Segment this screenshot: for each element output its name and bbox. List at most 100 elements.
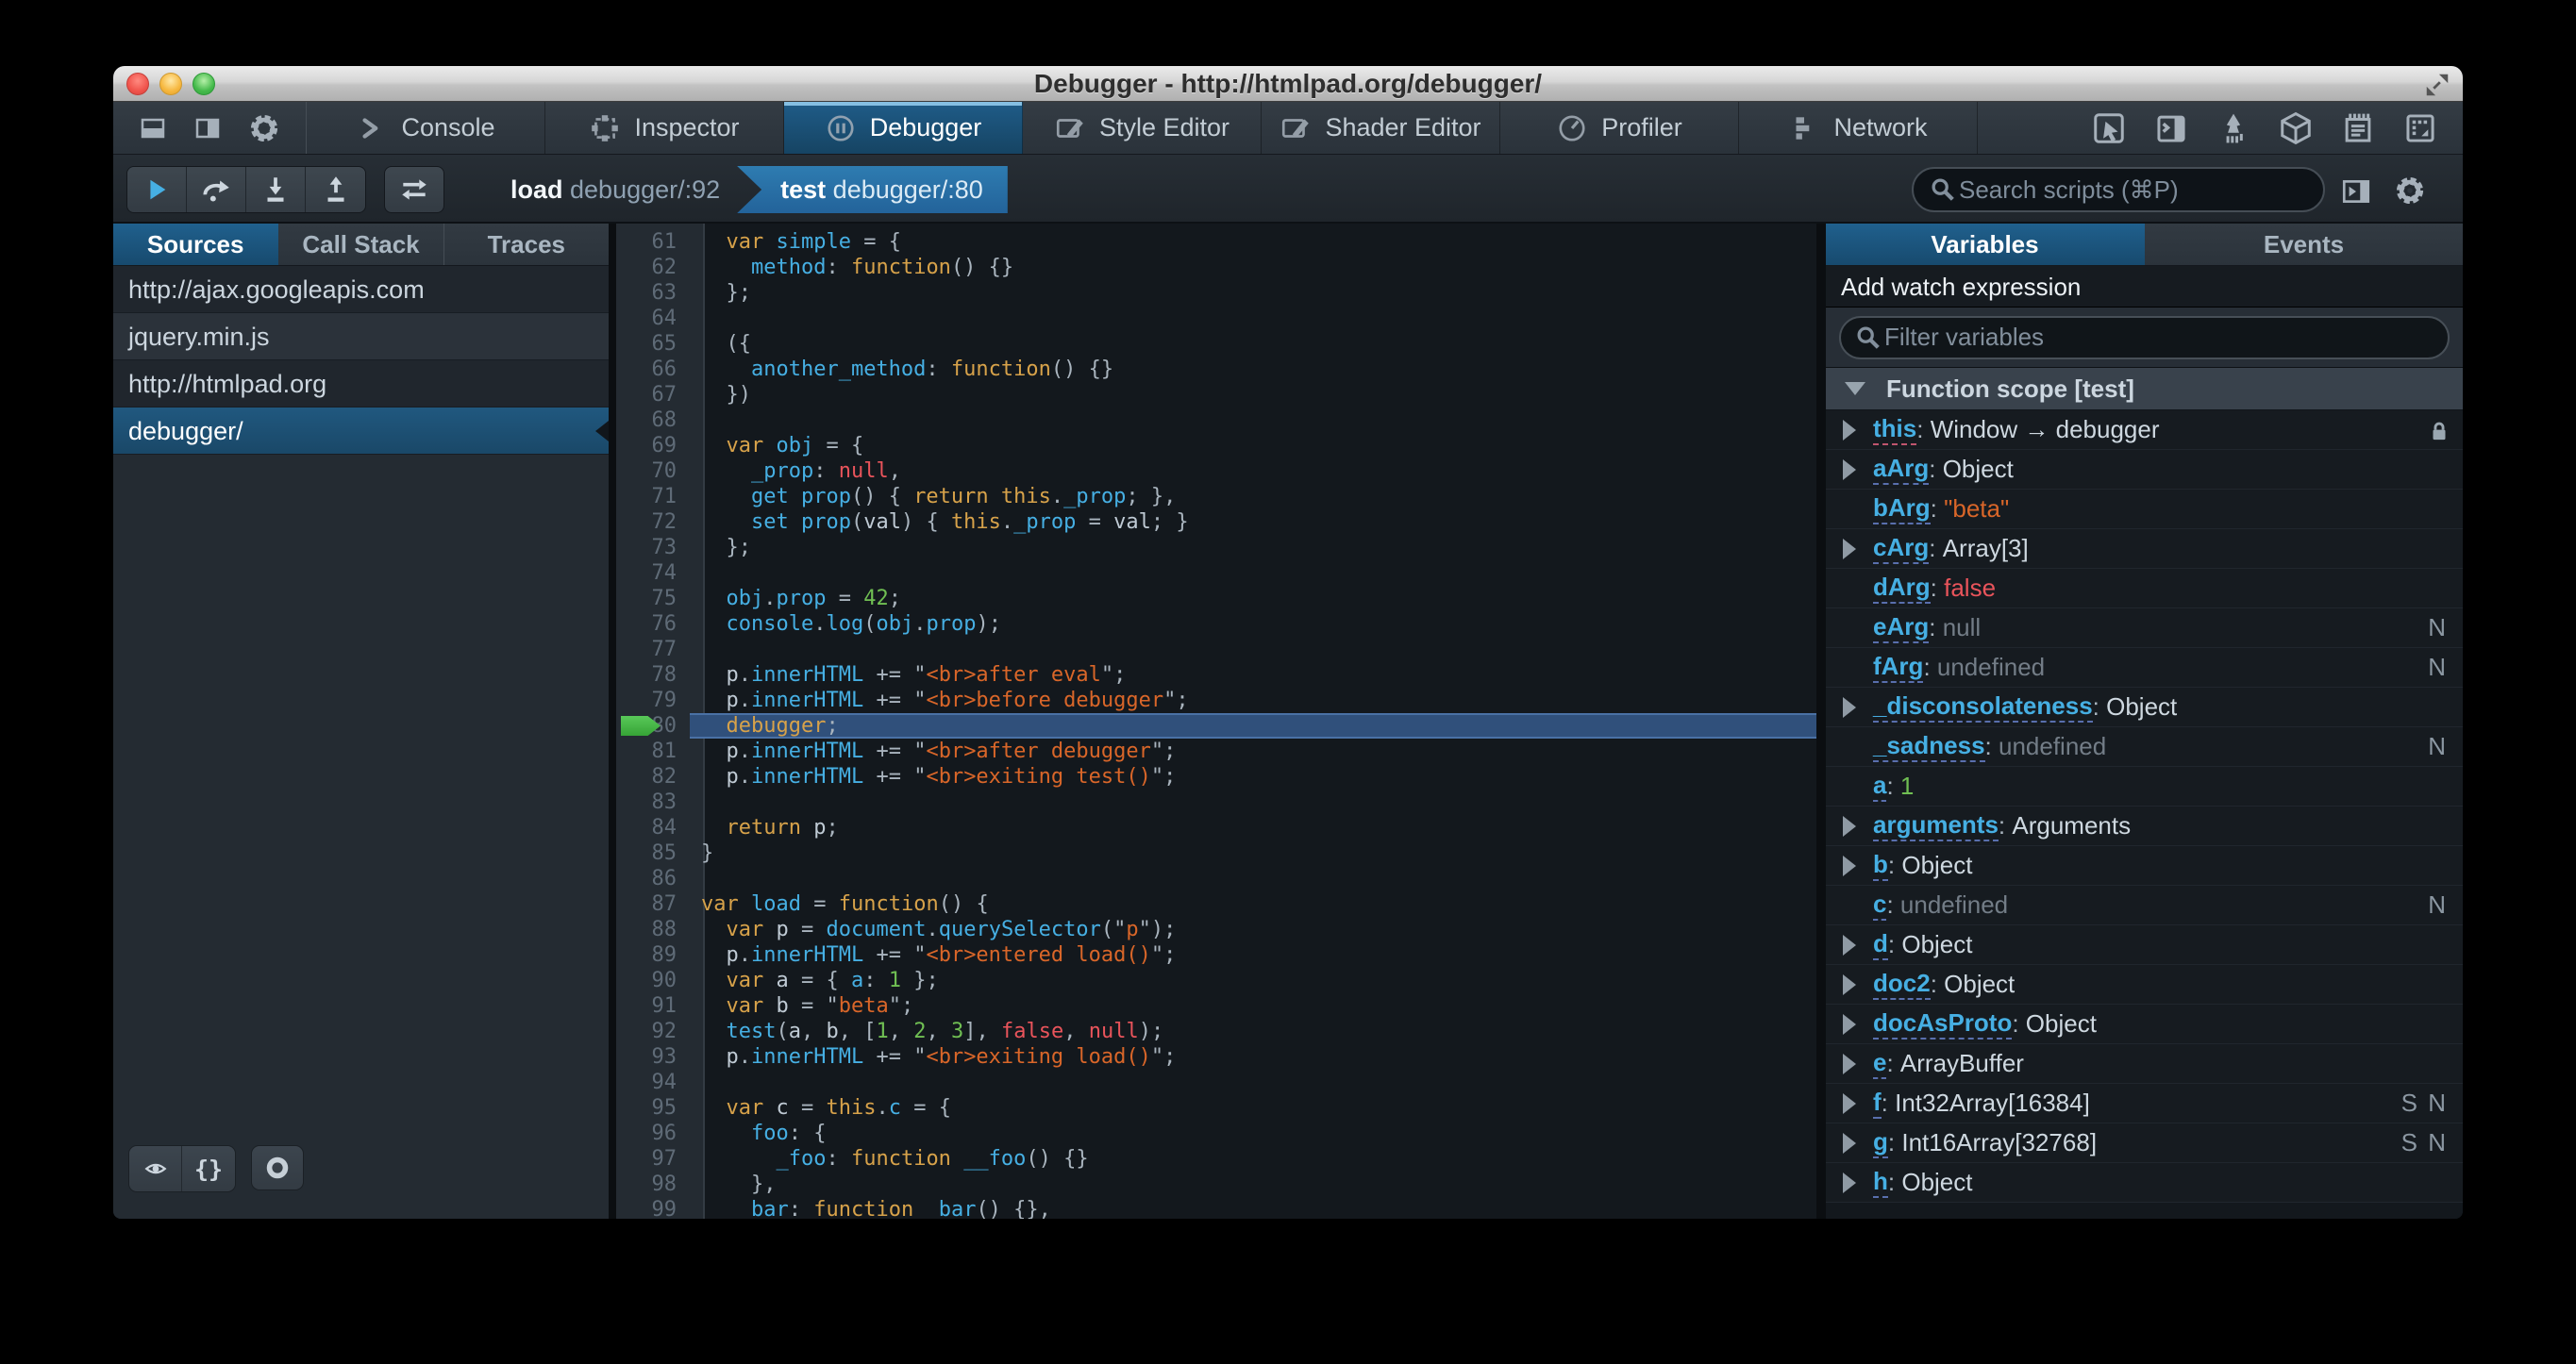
expand-arrow-icon[interactable]: [1843, 419, 1856, 441]
step-out-button[interactable]: [306, 167, 365, 212]
fullscreen-icon[interactable]: [2423, 71, 2451, 99]
scratchpad-icon[interactable]: [2340, 110, 2376, 146]
line-number[interactable]: 86: [616, 866, 690, 891]
responsive-mode-icon[interactable]: [2402, 110, 2438, 146]
line-number[interactable]: 67: [616, 382, 690, 408]
source-item[interactable]: http://htmlpad.org: [113, 360, 609, 408]
tab-traces[interactable]: Traces: [444, 224, 609, 265]
variable-value[interactable]: "beta": [1944, 494, 2009, 524]
variable-row[interactable]: f: Int32Array[16384] S N: [1826, 1084, 2463, 1123]
line-number[interactable]: 78: [616, 662, 690, 688]
variable-row[interactable]: _sadness: undefined N: [1826, 727, 2463, 767]
search-scripts-input[interactable]: [1957, 174, 2308, 206]
expand-arrow-icon[interactable]: [1843, 855, 1856, 876]
breadcrumb-frame[interactable]: load debugger/:92: [486, 166, 744, 213]
line-number[interactable]: 63: [616, 280, 690, 306]
variable-name[interactable]: doc2: [1873, 969, 1931, 1000]
expand-arrow-icon[interactable]: [1843, 1053, 1856, 1074]
expand-arrow-icon[interactable]: [1843, 934, 1856, 956]
variable-name[interactable]: _disconsolateness: [1873, 691, 2093, 723]
line-number[interactable]: 69: [616, 433, 690, 458]
variable-value[interactable]: Int32Array[16384]: [1895, 1089, 2090, 1118]
variable-value[interactable]: Object: [2026, 1009, 2097, 1039]
variable-name[interactable]: arguments: [1873, 810, 1999, 841]
add-watch-expression[interactable]: Add watch expression: [1826, 266, 2463, 308]
line-number[interactable]: 75: [616, 586, 690, 611]
variable-name[interactable]: b: [1873, 850, 1888, 881]
variable-value[interactable]: Int16Array[32768]: [1901, 1128, 2097, 1157]
line-number[interactable]: 96: [616, 1121, 690, 1146]
variable-name[interactable]: _sadness: [1873, 731, 1985, 762]
variable-name[interactable]: cArg: [1873, 533, 1930, 564]
tab-sources[interactable]: Sources: [113, 224, 279, 265]
variable-name[interactable]: g: [1873, 1127, 1888, 1158]
variable-row[interactable]: g: Int16Array[32768] S N: [1826, 1123, 2463, 1163]
line-number[interactable]: 73: [616, 535, 690, 560]
variable-row[interactable]: c: undefined N: [1826, 886, 2463, 925]
source-item[interactable]: http://ajax.googleapis.com: [113, 266, 609, 313]
breadcrumb-frame[interactable]: test debugger/:80: [737, 166, 1008, 213]
filter-variables-input[interactable]: [1882, 322, 2434, 353]
variable-row[interactable]: docAsProto: Object: [1826, 1005, 2463, 1044]
debugger-settings-gear-icon[interactable]: [2393, 174, 2427, 208]
line-number[interactable]: 71: [616, 484, 690, 509]
variable-name[interactable]: this: [1873, 414, 1917, 445]
left-panel-divider[interactable]: [609, 224, 616, 1219]
variable-value[interactable]: Object: [1901, 851, 1972, 880]
variable-row[interactable]: a: 1: [1826, 767, 2463, 807]
line-number[interactable]: 89: [616, 942, 690, 968]
variable-value[interactable]: Arguments: [2012, 811, 2131, 840]
variable-row[interactable]: fArg: undefined N: [1826, 648, 2463, 688]
line-number[interactable]: 99: [616, 1197, 690, 1219]
variable-name[interactable]: c: [1873, 890, 1887, 921]
tab-style-editor[interactable]: Style Editor: [1023, 102, 1262, 154]
variable-value[interactable]: ArrayBuffer: [1900, 1049, 2024, 1078]
line-number[interactable]: 82: [616, 764, 690, 790]
line-number[interactable]: 66: [616, 357, 690, 382]
variable-name[interactable]: fArg: [1873, 652, 1924, 683]
line-number[interactable]: 74: [616, 560, 690, 586]
line-number[interactable]: 61: [616, 229, 690, 255]
expand-arrow-icon[interactable]: [1843, 1013, 1856, 1035]
line-number[interactable]: 91: [616, 993, 690, 1019]
tab-variables[interactable]: Variables: [1826, 224, 2145, 265]
line-number[interactable]: 77: [616, 637, 690, 662]
resume-button[interactable]: [127, 167, 187, 212]
toggle-breakpoints-button[interactable]: [384, 166, 444, 213]
variable-value[interactable]: Array[3]: [1943, 534, 2029, 563]
variable-name[interactable]: aArg: [1873, 454, 1930, 485]
expand-arrow-icon[interactable]: [1843, 973, 1856, 995]
expand-arrow-icon[interactable]: [1843, 696, 1856, 718]
line-number[interactable]: 72: [616, 509, 690, 535]
line-number[interactable]: 81: [616, 739, 690, 764]
toggle-panel-icon[interactable]: [2340, 175, 2372, 208]
blackbox-eye-button[interactable]: [129, 1146, 182, 1191]
tab-inspector[interactable]: Inspector: [545, 102, 784, 154]
variable-name[interactable]: e: [1873, 1048, 1887, 1079]
scope-header[interactable]: Function scope [test]: [1826, 368, 2463, 410]
pick-element-icon[interactable]: [2091, 110, 2127, 146]
right-panel-divider[interactable]: [1816, 224, 1826, 1219]
split-console-icon[interactable]: [2153, 110, 2189, 146]
variable-value[interactable]: 1: [1900, 772, 1914, 801]
variable-row[interactable]: bArg: "beta": [1826, 490, 2463, 529]
line-number[interactable]: 90: [616, 968, 690, 993]
line-number[interactable]: 84: [616, 815, 690, 840]
expand-arrow-icon[interactable]: [1843, 1172, 1856, 1193]
variable-row[interactable]: arguments: Arguments: [1826, 807, 2463, 846]
variable-row[interactable]: cArg: Array[3]: [1826, 529, 2463, 569]
variable-value[interactable]: Window → debugger: [1931, 415, 2160, 444]
variable-name[interactable]: eArg: [1873, 612, 1930, 643]
step-in-button[interactable]: [246, 167, 306, 212]
expand-arrow-icon[interactable]: [1843, 538, 1856, 559]
line-number[interactable]: 94: [616, 1070, 690, 1095]
variable-name[interactable]: bArg: [1873, 493, 1931, 524]
expand-arrow-icon[interactable]: [1843, 815, 1856, 837]
line-number[interactable]: 76: [616, 611, 690, 637]
variable-name[interactable]: h: [1873, 1167, 1888, 1198]
line-number[interactable]: 95: [616, 1095, 690, 1121]
variable-name[interactable]: a: [1873, 771, 1887, 802]
expand-arrow-icon[interactable]: [1843, 1092, 1856, 1114]
variable-row[interactable]: h: Object: [1826, 1163, 2463, 1203]
line-number[interactable]: 68: [616, 408, 690, 433]
